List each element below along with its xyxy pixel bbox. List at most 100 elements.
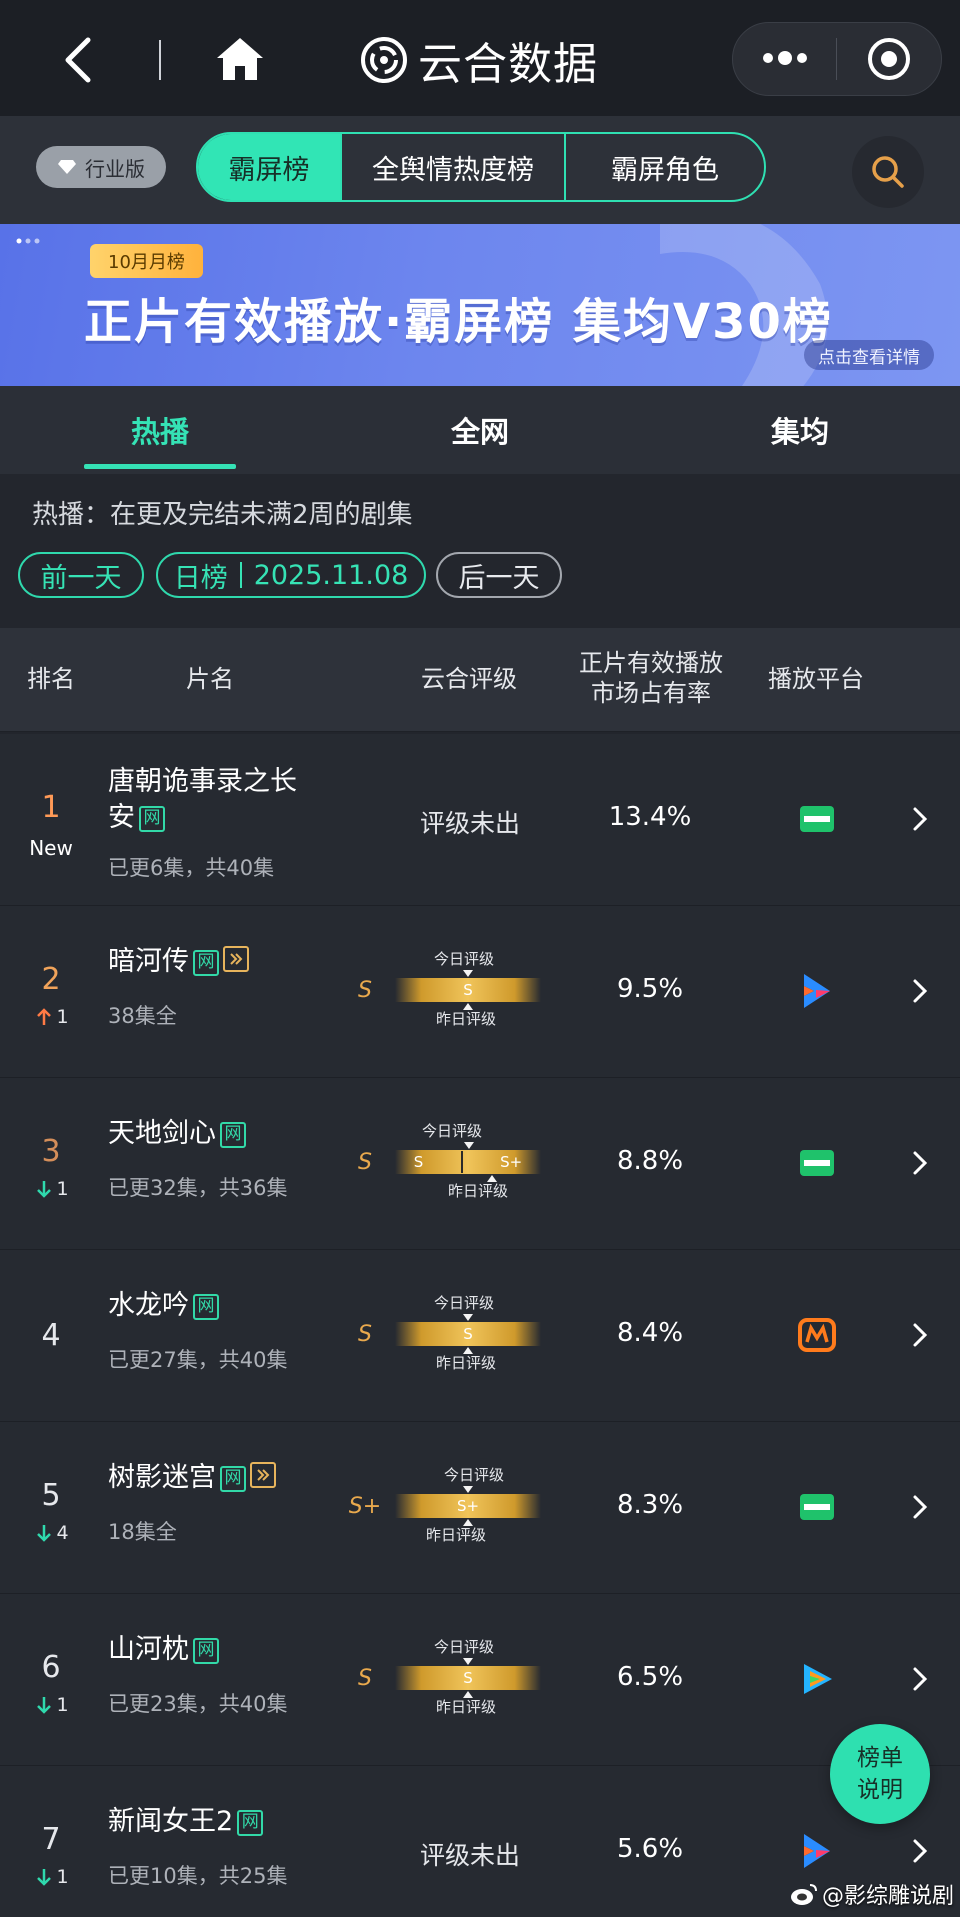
net-drama-tag: 网 [237,1809,264,1836]
grade-value: S [463,1325,473,1343]
grade-letter: S [358,1666,372,1691]
ranking-row[interactable]: 2 1 暗河传网 38集全 S S 今日评级 昨日评级 9.5% [0,906,960,1078]
segment-bapingjuese[interactable]: 霸屏角色 [564,134,764,200]
weibo-icon [791,1884,817,1905]
grade-bar: S+ [395,1494,541,1518]
grade-today-label: 今日评级 [434,950,495,968]
show-title-text: 天地剑心 [108,1118,216,1149]
list-tabs: 热播 全网 集均 [0,386,960,474]
rank-change-value: 1 [56,1694,69,1716]
chevron-right-icon[interactable] [910,978,930,1004]
promo-banner[interactable]: 10月月榜 正片有效播放·霸屏榜 集均V30榜 点击查看详情 [0,224,960,386]
market-share: 9.5% [616,974,684,1004]
yunhe-logo-icon [361,37,407,83]
home-icon[interactable] [215,36,265,82]
yesterday-marker [463,1347,473,1354]
grade-yesterday-label: 昨日评级 [436,1698,497,1716]
capsule-divider [836,38,837,80]
ranking-row[interactable]: 5 4 树影迷宫网 18集全 S+ S+ 今日评级 昨日评级 8.3% [0,1422,960,1594]
grade-yesterday-label: 昨日评级 [426,1526,487,1544]
rank-number: 2 [41,962,61,997]
arrow-down-icon [37,1697,52,1714]
arrow-down-icon [37,1181,52,1198]
arrow-up-icon [37,1008,52,1025]
show-title: 新闻女王2 网 [108,1804,318,1840]
ranking-row[interactable]: 1 New 唐朝诡事录之长安网已更6集，共40集 评级未出 13.4% [0,734,960,906]
yesterday-marker [463,1691,473,1698]
rank-change: 1 [22,1178,82,1200]
chevron-right-icon[interactable] [910,1322,930,1348]
play-tag-icon [223,946,249,972]
prev-day-button[interactable]: 前一天 [18,552,144,598]
banner-month-badge: 10月月榜 [90,244,203,278]
grade-not-available: 评级未出 [419,1841,520,1870]
header-grade: 云合评级 [421,665,517,693]
explanation-line1: 榜单 [857,1745,903,1771]
ranking-row[interactable]: 4 水龙吟网已更27集，共40集 S S 今日评级 昨日评级 8.4% [0,1250,960,1422]
net-drama-tag: 网 [193,949,219,976]
header-title: 片名 [186,665,234,693]
chevron-right-icon[interactable] [910,1150,930,1176]
market-share: 8.4% [616,1318,684,1348]
tab-quanwang[interactable]: 全网 [404,386,556,474]
chevron-right-icon[interactable] [910,1838,930,1864]
market-share: 13.4% [608,802,692,832]
today-marker [463,970,473,977]
ranking-row[interactable]: 6 1 山河枕网已更23集，共40集 S S 今日评级 昨日评级 6.5% [0,1594,960,1766]
show-title: 树影迷宫网 [108,1460,318,1496]
ranking-type-switch: 霸屏榜 全舆情热度榜 霸屏角色 [196,132,766,202]
iqiyi-icon [796,798,838,840]
chevron-right-icon[interactable] [910,806,930,832]
grade-value: S+ [456,1497,480,1515]
rank-change-value: 4 [56,1522,69,1544]
search-button[interactable] [852,136,924,208]
grade-bar: S S+ [395,1150,541,1174]
grade-bar: S [395,1666,541,1690]
net-drama-tag: 网 [193,1637,219,1664]
tab-jijun[interactable]: 集均 [724,386,876,474]
diamond-icon [58,160,76,174]
app-title-group: 云合数据 [360,28,598,92]
rank-change-value: 1 [56,1866,69,1888]
industry-edition-label: 行业版 [85,156,145,181]
chevron-right-icon[interactable] [910,1666,930,1692]
show-title-text: 新闻女王2 [108,1806,234,1837]
active-tab-indicator [84,464,236,469]
grade-letter: S+ [348,1494,382,1519]
explanation-line2: 说明 [857,1777,903,1803]
segment-bapingbang[interactable]: 霸屏榜 [198,134,340,200]
grade-yesterday-label: 昨日评级 [436,1354,497,1372]
yesterday-marker [487,1175,497,1182]
more-dots-icon[interactable] [760,48,810,68]
list-explanation-button[interactable]: 榜单 说明 [830,1724,930,1824]
arrow-down-icon [37,1869,52,1886]
youku-icon [796,970,838,1012]
today-marker [464,1142,474,1149]
rank-number: 1 [41,790,61,825]
grade-yesterday-label: 昨日评级 [436,1010,497,1028]
rank-change-value: 1 [56,1178,69,1200]
mango-icon [796,1314,838,1356]
arrow-down-icon [37,1525,52,1542]
chevron-right-icon[interactable] [910,1494,930,1520]
net-drama-tag: 网 [220,1465,246,1492]
list-description: 热播：在更及完结未满2周的剧集 [32,500,413,530]
banner-detail-link[interactable]: 点击查看详情 [804,340,934,370]
header-rank: 排名 [27,665,75,693]
youku-icon [796,1830,838,1872]
nav-bar: 云合数据 [0,0,960,116]
ranking-row[interactable]: 3 1 天地剑心网已更32集，共36集 S S S+ 今日评级 昨日评级 8.8% [0,1078,960,1250]
rank-change: 1 [22,1866,82,1888]
date-picker[interactable]: 日榜 2025.11.08 [156,552,426,598]
segment-quanyuqing[interactable]: 全舆情热度榜 [340,134,564,200]
filter-bar: 行业版 霸屏榜 全舆情热度榜 霸屏角色 [0,116,960,224]
tab-rebo[interactable]: 热播 [84,386,236,474]
grade-today-label: 今日评级 [434,1638,495,1656]
close-target-icon[interactable] [866,36,912,82]
back-arrow-icon[interactable] [58,34,102,86]
next-day-button[interactable]: 后一天 [436,552,562,598]
show-title: 唐朝诡事录之长安网 [108,764,318,836]
show-title-text: 水龙吟 [108,1290,189,1321]
net-drama-tag: 网 [193,1293,219,1320]
industry-edition-badge[interactable]: 行业版 [36,146,166,188]
